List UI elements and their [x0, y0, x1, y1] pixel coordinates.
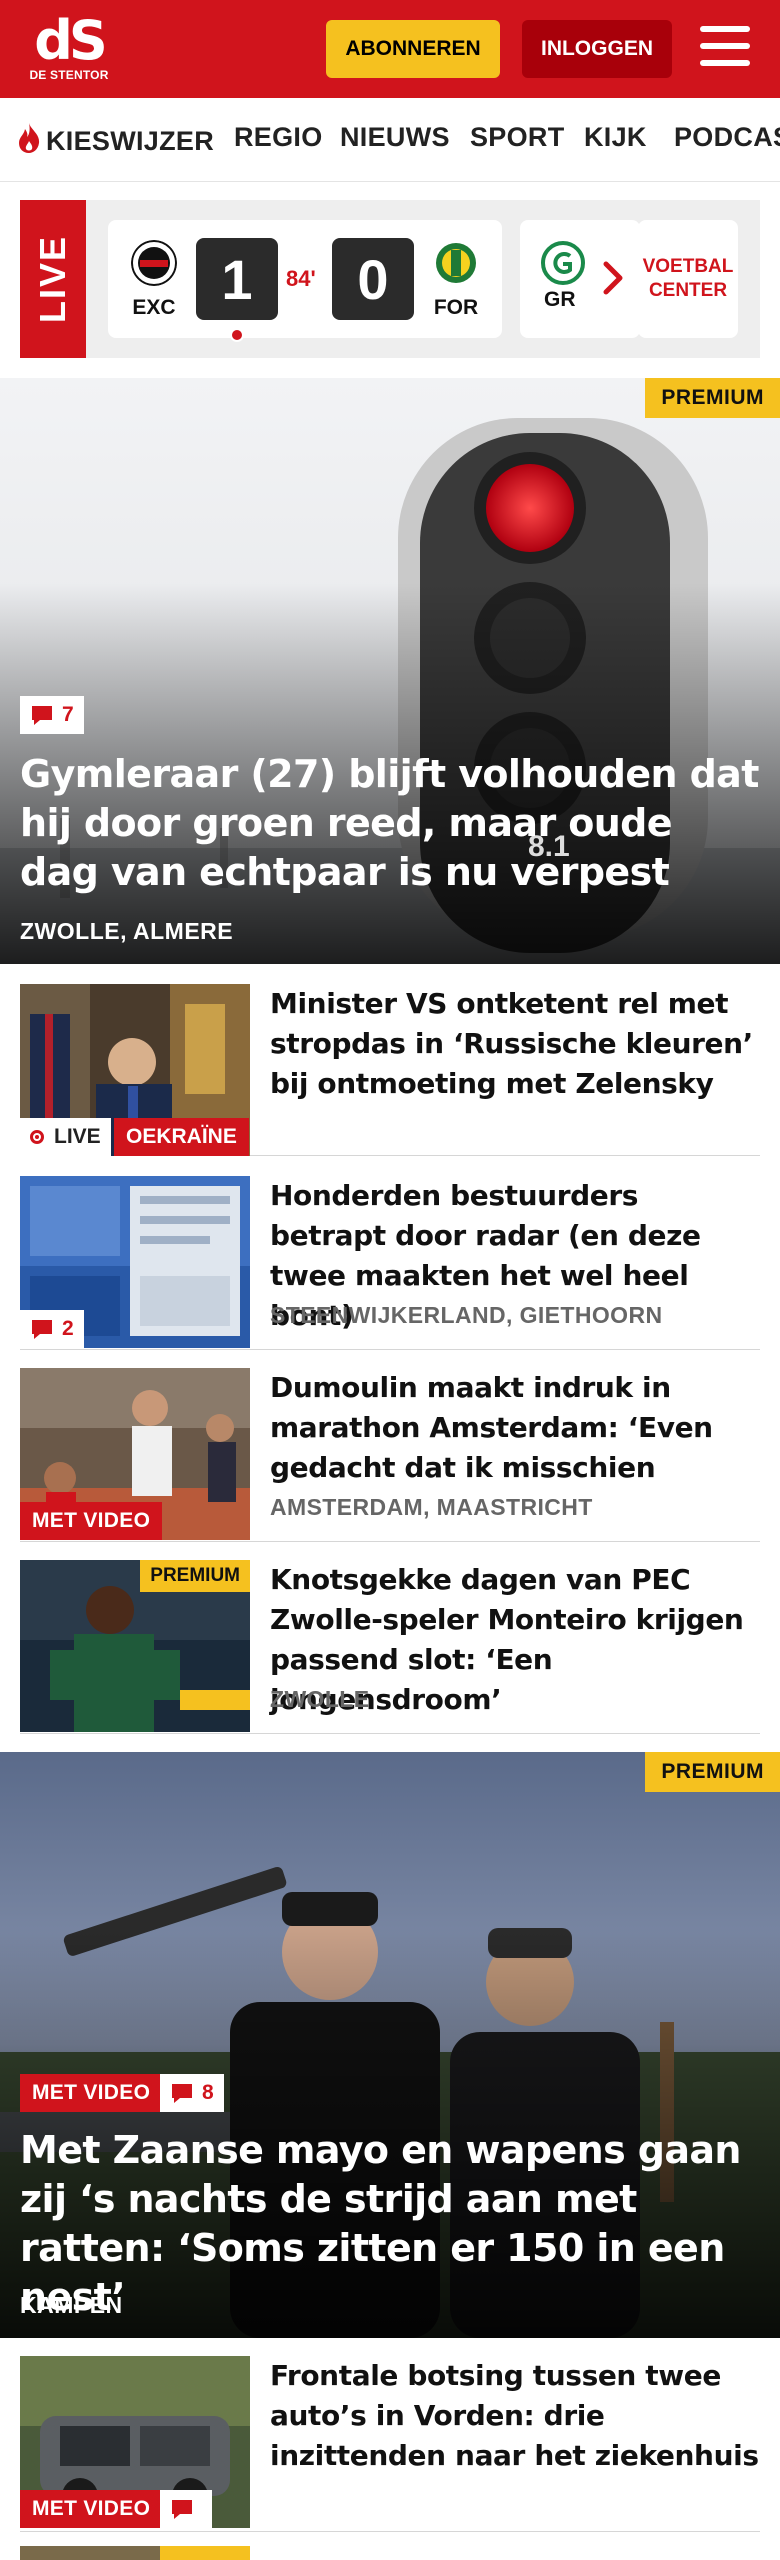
nav-item-kieswijzer[interactable]: KIESWIJZER — [16, 122, 214, 157]
live-label: LIVE — [20, 200, 86, 358]
next-item-peek — [20, 2546, 250, 2560]
nav-item-sport[interactable]: SPORT — [470, 122, 565, 153]
topic-badge: OEKRAÏNE — [114, 1118, 249, 1156]
nav-item-podcast[interactable]: PODCAST — [674, 122, 780, 153]
away-team: FOR — [430, 240, 482, 320]
article-thumbnail: MET VIDEO — [20, 2356, 250, 2528]
home-team: EXC — [128, 240, 180, 320]
home-score: 1 — [196, 238, 278, 320]
premium-badge: PREMIUM — [140, 1560, 250, 1592]
away-score: 0 — [332, 238, 414, 320]
live-scores-strip: LIVE EXC 1 84' 0 FOR GR VOETBAL CENTER — [20, 200, 760, 358]
menu-icon[interactable] — [700, 26, 752, 70]
live-badge: LIVE — [20, 1118, 111, 1156]
hero-article-rats[interactable]: PREMIUM MET VIDEO 8 Met Zaanse mayo en w… — [0, 1752, 780, 2338]
premium-badge: PREMIUM — [645, 378, 780, 418]
match-minute: 84' — [286, 266, 316, 291]
hero-article-traffic[interactable]: 8.1 PREMIUM 7 Gymleraar (27) blijft volh… — [0, 378, 780, 964]
video-badge: MET VIDEO — [20, 1502, 163, 1540]
nav-item-regio[interactable]: REGIO — [234, 122, 323, 153]
hero-location: ZWOLLE, ALMERE — [20, 918, 234, 944]
list-item[interactable]: MET VIDEO Frontale botsing tussen twee a… — [20, 2338, 760, 2532]
top-bar: dS DE STENTOR ABONNEREN INLOGGEN — [0, 0, 780, 98]
article-thumbnail: 2 — [20, 1176, 250, 1348]
nav-label: KIESWIJZER — [46, 126, 215, 156]
comment-icon — [172, 2500, 192, 2519]
comment-badge[interactable] — [160, 2490, 212, 2528]
comment-icon — [32, 706, 52, 725]
voetbal-center-button[interactable]: VOETBAL CENTER — [638, 220, 738, 338]
hero-title[interactable]: Met Zaanse mayo en wapens gaan zij ‘s na… — [20, 2126, 760, 2322]
hero-title[interactable]: Gymleraar (27) blijft volhouden dat hij … — [20, 750, 760, 897]
article-location: ZWOLLE — [270, 1686, 370, 1712]
comment-count-badge[interactable]: 2 — [20, 1310, 84, 1348]
article-title[interactable]: Minister VS ontketent rel met stropdas i… — [270, 984, 760, 1104]
list-item[interactable]: LIVE OEKRAÏNE Minister VS ontketent rel … — [20, 966, 760, 1156]
home-crest-icon — [131, 240, 177, 286]
article-thumbnail: LIVE OEKRAÏNE — [20, 984, 250, 1156]
logo-mark: dS — [34, 9, 108, 72]
logo-subtitle: DE STENTOR — [29, 68, 109, 82]
article-thumbnail: PREMIUM — [20, 1560, 250, 1732]
comment-count-badge[interactable]: 8 — [160, 2074, 224, 2112]
login-button[interactable]: INLOGGEN — [522, 20, 672, 78]
next-crest-icon — [541, 241, 585, 285]
premium-badge: PREMIUM — [645, 1752, 780, 1792]
list-item[interactable]: MET VIDEO Dumoulin maakt indruk in marat… — [20, 1350, 760, 1542]
flame-icon — [19, 123, 40, 153]
away-crest-icon — [436, 243, 476, 283]
nav-item-kijk[interactable]: KIJK — [584, 122, 647, 153]
list-item[interactable]: PREMIUM Knotsgekke dagen van PEC Zwolle-… — [20, 1542, 760, 1734]
article-thumbnail: MET VIDEO — [20, 1368, 250, 1540]
comment-count-badge[interactable]: 7 — [20, 696, 84, 734]
article-title[interactable]: Dumoulin maakt indruk in marathon Amster… — [270, 1368, 760, 1488]
live-dot-icon — [30, 1130, 44, 1144]
list-item[interactable]: 2 Honderden bestuurders betrapt door rad… — [20, 1158, 760, 1350]
chevron-right-icon[interactable] — [594, 258, 634, 298]
goal-indicator — [230, 328, 244, 342]
video-badge: MET VIDEO — [20, 2074, 163, 2112]
article-title[interactable]: Frontale botsing tussen twee auto’s in V… — [270, 2356, 760, 2476]
logo[interactable]: dS DE STENTOR — [28, 14, 110, 86]
video-badge: MET VIDEO — [20, 2490, 163, 2528]
hero-location: KAMPEN — [20, 2292, 123, 2318]
match-card[interactable]: EXC 1 84' 0 FOR — [108, 220, 502, 342]
nav-item-nieuws[interactable]: NIEUWS — [340, 122, 450, 153]
article-location: STEENWIJKERLAND, GIETHOORN — [270, 1302, 663, 1328]
comment-icon — [172, 2084, 192, 2103]
subscribe-button[interactable]: ABONNEREN — [326, 20, 500, 78]
comment-icon — [32, 1320, 52, 1339]
main-nav: KIESWIJZER REGIO NIEUWS SPORT KIJK PODCA… — [0, 98, 780, 182]
next-team: GR — [544, 288, 576, 311]
article-location: AMSTERDAM, MAASTRICHT — [270, 1494, 593, 1520]
